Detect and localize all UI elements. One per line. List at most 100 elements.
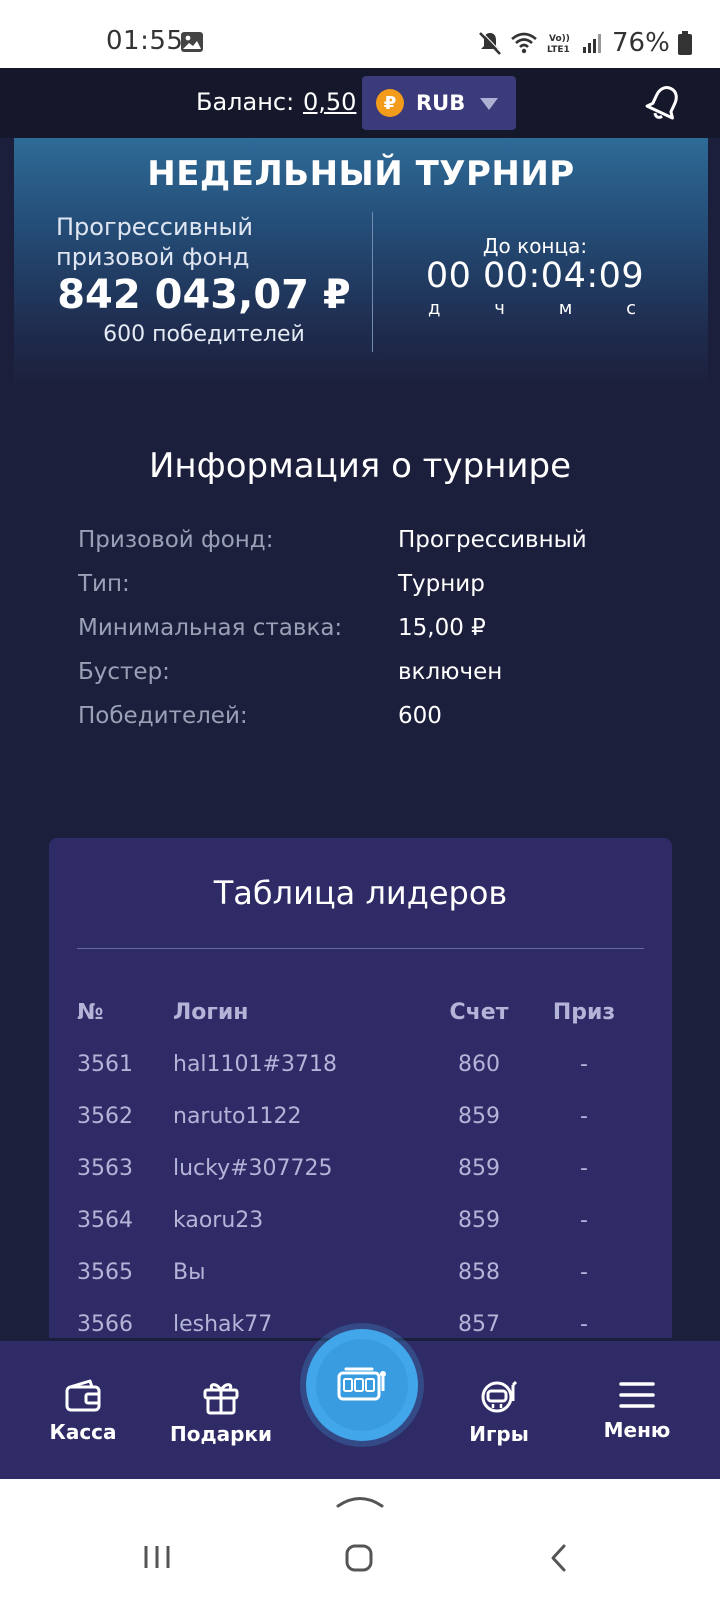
- countdown-units: д ч м с: [414, 298, 650, 319]
- info-label: Минимальная ставка:: [78, 615, 343, 641]
- info-value: Турнир: [398, 571, 485, 597]
- info-row-prize-fund: Призовой фонд: Прогрессивный: [78, 527, 678, 567]
- col-rank-header: №: [77, 1000, 104, 1025]
- row-login: naruto1122: [173, 1104, 302, 1129]
- leaderboard-title: Таблица лидеров: [213, 874, 508, 912]
- info-value: 600: [398, 703, 442, 729]
- info-label: Призовой фонд:: [78, 527, 274, 553]
- leaderboard-header: № Логин Счет Приз: [77, 1000, 644, 1030]
- col-prize-header: Приз: [552, 1000, 616, 1025]
- battery-icon: [677, 31, 692, 55]
- balance-value-link[interactable]: 0,50: [303, 88, 356, 116]
- back-icon[interactable]: [548, 1543, 568, 1573]
- slots-fab-button[interactable]: [306, 1329, 418, 1441]
- nav-label: Игры: [469, 1422, 529, 1446]
- slot-machine-icon: [337, 1367, 386, 1401]
- gift-icon: [203, 1383, 239, 1415]
- info-title: Информация о турнире: [148, 446, 572, 486]
- row-rank: 3561: [77, 1052, 133, 1077]
- info-row-winners: Победителей: 600: [78, 703, 678, 743]
- row-prize: -: [580, 1052, 588, 1077]
- row-login: lucky#307725: [173, 1156, 333, 1181]
- battery-percent: 76%: [612, 28, 670, 58]
- wifi-icon: [511, 32, 537, 54]
- leaderboard-divider: [77, 948, 644, 949]
- chevron-down-icon: [480, 98, 498, 110]
- tournament-banner: НЕДЕЛЬНЫЙ ТУРНИР Прогрессивный призовой …: [14, 138, 708, 388]
- currency-selector[interactable]: ₽ RUB: [362, 76, 516, 130]
- svg-text:Vo)): Vo)): [549, 34, 570, 44]
- row-prize: -: [580, 1208, 588, 1233]
- status-time: 01:55: [106, 26, 184, 56]
- info-value: 15,00 ₽: [398, 615, 486, 641]
- ruble-coin-icon: ₽: [376, 89, 404, 117]
- winners-count: 600 победителей: [103, 322, 305, 347]
- games-icon: [481, 1380, 518, 1413]
- unit-hours: ч: [494, 298, 505, 319]
- row-login: hal1101#3718: [173, 1052, 337, 1077]
- col-login-header: Логин: [173, 1000, 249, 1025]
- col-score-header: Счет: [449, 1000, 509, 1025]
- row-rank: 3563: [77, 1156, 133, 1181]
- fab-inner: [316, 1339, 408, 1431]
- row-login: leshak77: [173, 1312, 273, 1337]
- signal-icon: [583, 34, 601, 53]
- chevron-up-icon[interactable]: [336, 1493, 384, 1509]
- info-row-booster: Бустер: включен: [78, 659, 678, 699]
- row-score: 859: [458, 1104, 500, 1129]
- countdown-timer: 00 00:04:09: [425, 256, 645, 296]
- row-score: 858: [458, 1260, 500, 1285]
- home-icon[interactable]: [344, 1543, 374, 1573]
- info-label: Бустер:: [78, 659, 170, 685]
- nav-menu[interactable]: Меню: [584, 1341, 690, 1479]
- row-rank: 3564: [77, 1208, 133, 1233]
- info-label: Победителей:: [78, 703, 248, 729]
- nav-label: Касса: [49, 1420, 117, 1444]
- row-prize: -: [580, 1312, 588, 1337]
- info-label: Тип:: [78, 571, 130, 597]
- row-prize: -: [580, 1104, 588, 1129]
- status-bar: 01:55 Vo)) LTE1 76%: [0, 0, 720, 68]
- row-rank: 3565: [77, 1260, 133, 1285]
- nav-cashier[interactable]: Касса: [30, 1341, 136, 1479]
- bell-icon[interactable]: [644, 82, 684, 124]
- recent-apps-icon[interactable]: [142, 1543, 172, 1571]
- row-rank: 3562: [77, 1104, 133, 1129]
- prize-amount: 842 043,07 ₽: [57, 272, 351, 318]
- table-row-current-user: 3565 Вы 858 -: [77, 1260, 644, 1290]
- mute-icon: [479, 31, 502, 55]
- row-login: kaoru23: [173, 1208, 264, 1233]
- info-value: включен: [398, 659, 503, 685]
- volte-icon: Vo)) LTE1: [547, 34, 570, 55]
- image-icon: [181, 32, 203, 52]
- prize-type-label: Прогрессивный призовой фонд: [56, 213, 253, 271]
- row-score: 860: [458, 1052, 500, 1077]
- info-row-min-bet: Минимальная ставка: 15,00 ₽: [78, 615, 678, 655]
- nav-games[interactable]: Игры: [446, 1341, 552, 1479]
- system-nav-bar: [0, 1479, 720, 1600]
- table-row: 3562 naruto1122 859 -: [77, 1104, 644, 1134]
- row-login: Вы: [173, 1260, 206, 1285]
- table-row: 3561 hal1101#3718 860 -: [77, 1052, 644, 1082]
- banner-divider: [372, 212, 373, 352]
- unit-seconds: с: [626, 298, 636, 319]
- leaderboard-card: Таблица лидеров № Логин Счет Приз 3561 h…: [49, 838, 672, 1338]
- wallet-icon: [65, 1379, 101, 1412]
- row-rank: 3566: [77, 1312, 133, 1337]
- nav-label: Подарки: [169, 1422, 273, 1446]
- row-prize: -: [580, 1156, 588, 1181]
- info-row-type: Тип: Турнир: [78, 571, 678, 611]
- until-end-label: До конца:: [482, 234, 588, 258]
- row-score: 859: [458, 1156, 500, 1181]
- nav-label: Меню: [603, 1418, 671, 1442]
- row-prize: -: [580, 1260, 588, 1285]
- currency-label: RUB: [416, 91, 466, 115]
- app-header: Баланс: 0,50 ₽ RUB: [0, 68, 720, 138]
- tournament-title: НЕДЕЛЬНЫЙ ТУРНИР: [147, 154, 575, 194]
- nav-gifts[interactable]: Подарки: [168, 1341, 274, 1479]
- info-value: Прогрессивный: [398, 527, 587, 553]
- table-row: 3563 lucky#307725 859 -: [77, 1156, 644, 1186]
- unit-days: д: [428, 298, 441, 319]
- row-score: 857: [458, 1312, 500, 1337]
- svg-text:LTE1: LTE1: [547, 45, 570, 55]
